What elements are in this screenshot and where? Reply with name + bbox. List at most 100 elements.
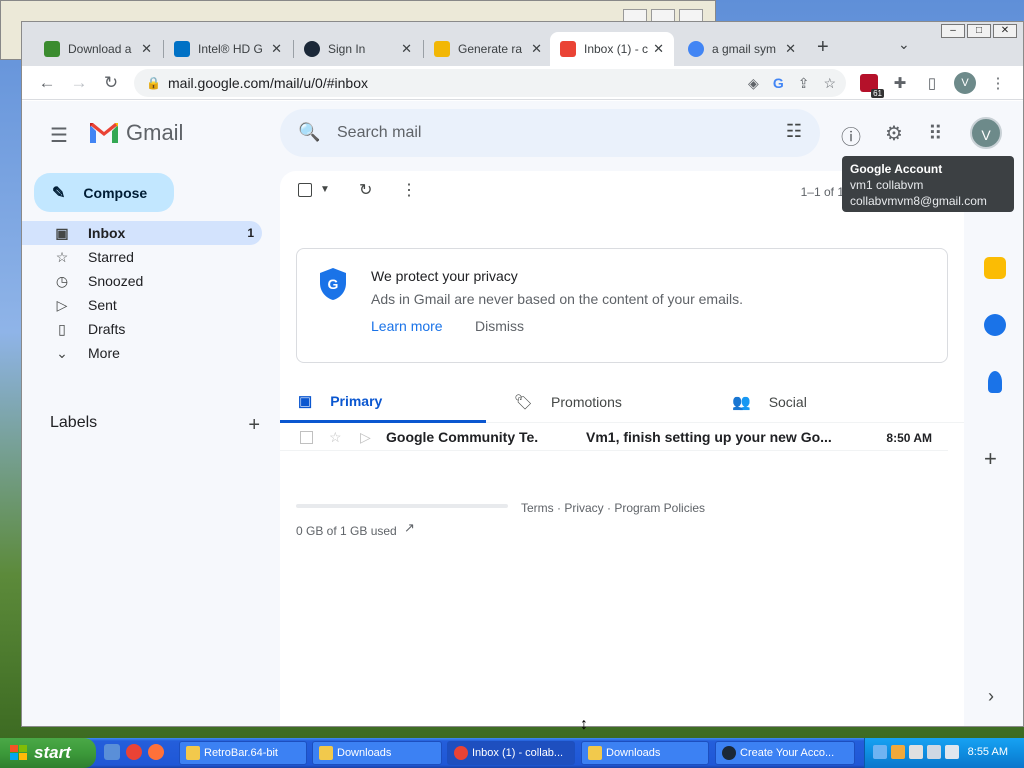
chrome-menu-icon[interactable]: ⋮ xyxy=(988,74,1008,92)
bookmark-star-icon[interactable]: ☆ xyxy=(823,69,836,97)
tab-search-icon[interactable]: ⌄ xyxy=(898,36,910,53)
email-sender: Google Community Te. xyxy=(386,429,539,445)
browser-tab-3[interactable]: Generate ra ✕ xyxy=(424,32,552,66)
tab-promotions[interactable]: 🏷 Promotions xyxy=(514,381,714,423)
taskbar-button-retrobar[interactable]: RetroBar.64-bit xyxy=(179,741,307,765)
contacts-icon[interactable] xyxy=(988,371,1002,393)
address-bar[interactable]: 🔒 mail.google.com/mail/u/0/#inbox ◈ G ⇪ … xyxy=(134,69,846,97)
back-icon[interactable]: ← xyxy=(36,72,58,94)
manage-storage-icon[interactable]: ↗ xyxy=(404,520,415,536)
tab-favicon-icon xyxy=(174,41,190,57)
browser-tab-0[interactable]: Download a ✕ xyxy=(34,32,162,66)
tab-primary[interactable]: ▣ Primary xyxy=(280,381,486,423)
search-input[interactable]: Search mail xyxy=(337,124,421,142)
minimize-icon[interactable]: – xyxy=(941,24,965,38)
steam-icon xyxy=(722,746,736,760)
close-tab-icon[interactable]: ✕ xyxy=(785,41,796,57)
select-all-checkbox[interactable] xyxy=(298,183,312,197)
ublock-extension-icon[interactable]: 61 xyxy=(860,74,884,98)
close-tab-icon[interactable]: ✕ xyxy=(401,41,412,57)
main-menu-icon[interactable]: ☰ xyxy=(50,123,68,148)
close-tab-icon[interactable]: ✕ xyxy=(653,41,664,57)
add-label-icon[interactable]: + xyxy=(248,414,260,437)
folder-icon xyxy=(319,746,333,760)
star-icon: ☆ xyxy=(55,248,69,265)
star-icon[interactable]: ☆ xyxy=(329,429,342,446)
tab-favicon-icon xyxy=(44,41,60,57)
keep-icon[interactable] xyxy=(984,257,1006,279)
privacy-title: We protect your privacy xyxy=(371,268,518,284)
share-icon[interactable]: ⇪ xyxy=(798,69,810,97)
monitor-icon[interactable] xyxy=(927,745,941,759)
close-window-icon[interactable]: ✕ xyxy=(993,24,1017,38)
start-button[interactable]: start xyxy=(0,738,96,768)
important-marker-icon[interactable]: ▷ xyxy=(360,429,371,446)
add-addon-icon[interactable]: + xyxy=(984,446,997,472)
show-desktop-icon[interactable] xyxy=(104,744,120,760)
inbox-category-tabs: ▣ Primary 🏷 Promotions 👥 Social xyxy=(280,381,964,423)
taskbar-button-label: Inbox (1) - collab... xyxy=(472,747,564,759)
chrome-profile-avatar[interactable]: V xyxy=(954,72,976,94)
forward-icon[interactable]: → xyxy=(68,72,90,94)
sidebar-item-snoozed[interactable]: ◷ Snoozed xyxy=(22,269,262,293)
footer-links[interactable]: Terms · Privacy · Program Policies xyxy=(521,501,705,515)
taskbar-button-gmail[interactable]: Inbox (1) - collab... xyxy=(447,741,575,765)
taskbar-button-downloads-2[interactable]: Downloads xyxy=(581,741,709,765)
browser-tab-1[interactable]: Intel® HD G ✕ xyxy=(164,32,292,66)
clock-icon: ◷ xyxy=(55,272,69,289)
close-tab-icon[interactable]: ✕ xyxy=(141,41,152,57)
help-icon[interactable]: ⓘ xyxy=(841,121,861,150)
apps-grid-icon[interactable]: ⠿ xyxy=(928,121,943,146)
sidebar-item-more[interactable]: ⌄ More xyxy=(22,341,262,365)
learn-more-link[interactable]: Learn more xyxy=(371,318,443,334)
tasks-icon[interactable] xyxy=(984,314,1006,336)
reload-icon[interactable]: ↻ xyxy=(100,72,122,94)
windows-logo-icon xyxy=(10,745,27,760)
storage-text: 0 GB of 1 GB used xyxy=(296,524,397,538)
extensions-puzzle-icon[interactable]: ✚ xyxy=(890,74,910,92)
sidebar-item-sent[interactable]: ▷ Sent xyxy=(22,293,262,317)
tab-social[interactable]: 👥 Social xyxy=(732,381,932,423)
refresh-icon[interactable]: ↻ xyxy=(359,180,372,200)
network-icon[interactable] xyxy=(873,745,887,759)
new-tab-icon[interactable]: + xyxy=(817,36,829,59)
google-lens-icon[interactable]: G xyxy=(773,69,784,97)
google-favicon-icon xyxy=(688,41,704,57)
dismiss-button[interactable]: Dismiss xyxy=(475,318,524,334)
taskbar-button-steam[interactable]: Create Your Acco... xyxy=(715,741,855,765)
window-controls: – □ ✕ xyxy=(941,24,1017,38)
privacy-eye-icon[interactable]: ◈ xyxy=(748,69,759,97)
account-avatar[interactable]: V xyxy=(970,117,1002,149)
search-bar[interactable]: 🔍 Search mail ☷ xyxy=(280,109,820,157)
volume-icon[interactable] xyxy=(945,745,959,759)
chrome-icon[interactable] xyxy=(126,744,142,760)
side-panel-icon[interactable]: ▯ xyxy=(922,74,942,92)
safely-remove-icon[interactable] xyxy=(909,745,923,759)
firefox-icon[interactable] xyxy=(148,744,164,760)
search-tray-icon[interactable] xyxy=(891,745,905,759)
select-dropdown-icon[interactable]: ▼ xyxy=(320,184,330,195)
taskbar-button-label: Downloads xyxy=(337,747,392,759)
mail-list-panel: ▼ ↻ ⋮ 1–1 of 1 G We protect your privacy… xyxy=(280,171,964,726)
search-options-icon[interactable]: ☷ xyxy=(786,121,802,142)
browser-tab-2[interactable]: Sign In ✕ xyxy=(294,32,422,66)
more-options-icon[interactable]: ⋮ xyxy=(401,180,417,200)
sidebar-item-inbox[interactable]: ▣ Inbox 1 xyxy=(22,221,262,245)
email-checkbox[interactable] xyxy=(300,431,313,444)
browser-tab-4-active[interactable]: Inbox (1) - c ✕ xyxy=(550,32,674,66)
taskbar-button-downloads-1[interactable]: Downloads xyxy=(312,741,442,765)
maximize-icon[interactable]: □ xyxy=(967,24,991,38)
close-tab-icon[interactable]: ✕ xyxy=(531,41,542,57)
close-tab-icon[interactable]: ✕ xyxy=(271,41,282,57)
compose-button[interactable]: ✎ Compose xyxy=(34,173,174,212)
gmail-logo[interactable]: Gmail xyxy=(88,120,183,146)
email-row[interactable]: ☆ ▷ Google Community Te. Vm1, finish set… xyxy=(280,423,948,451)
tab-title: Download a xyxy=(68,42,132,56)
search-icon[interactable]: 🔍 xyxy=(298,122,320,143)
settings-gear-icon[interactable]: ⚙ xyxy=(885,121,903,146)
sidebar-item-starred[interactable]: ☆ Starred xyxy=(22,245,262,269)
sidebar-item-drafts[interactable]: ▯ Drafts xyxy=(22,317,262,341)
show-side-panel-icon[interactable]: › xyxy=(988,686,994,707)
lock-icon[interactable]: 🔒 xyxy=(146,69,161,97)
browser-tab-5[interactable]: a gmail sym ✕ xyxy=(678,32,806,66)
